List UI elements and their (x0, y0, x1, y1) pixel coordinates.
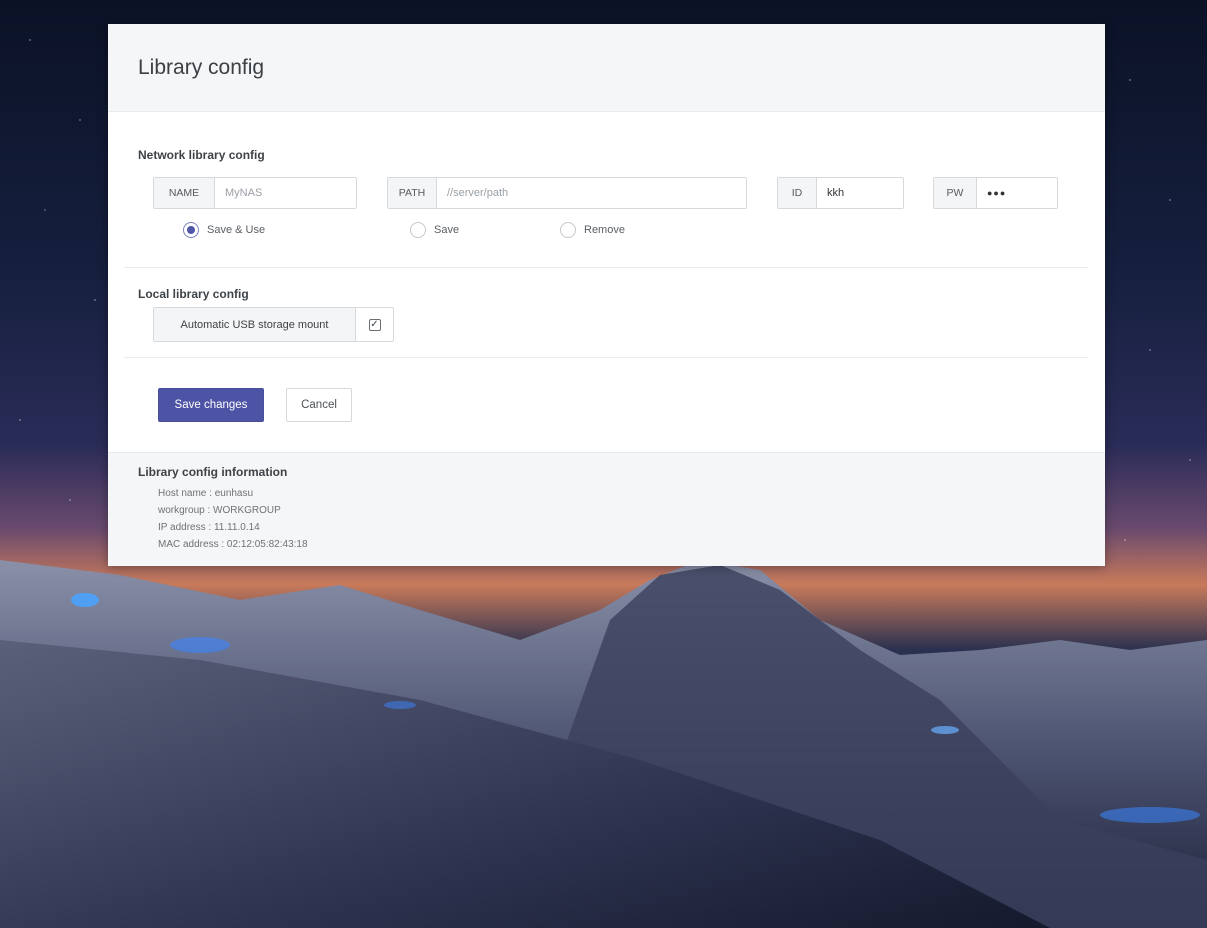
section-divider (124, 357, 1088, 358)
radio-label: Save & Use (207, 224, 266, 236)
info-host-name: Host name : eunhasu (158, 488, 254, 499)
radio-unselected-icon (410, 222, 426, 238)
id-input-group: ID kkh (777, 177, 904, 209)
info-ip-address: IP address : 11.11.0.14 (158, 522, 260, 533)
radio-unselected-icon (560, 222, 576, 238)
radio-save[interactable]: Save (410, 222, 459, 238)
info-title: Library config information (138, 465, 288, 479)
radio-remove[interactable]: Remove (560, 222, 625, 238)
usb-mount-checkbox[interactable]: ✓ (356, 308, 393, 341)
path-input-group: PATH //server/path (387, 177, 747, 209)
usb-mount-group: Automatic USB storage mount ✓ (153, 307, 394, 342)
info-mac-address: MAC address : 02:12:05:82:43:18 (158, 539, 308, 550)
info-workgroup: workgroup : WORKGROUP (158, 505, 281, 516)
panel-header: Library config (108, 24, 1105, 112)
usb-mount-label: Automatic USB storage mount (154, 308, 356, 341)
id-addon-label: ID (778, 178, 817, 208)
network-section-label: Network library config (138, 148, 265, 162)
name-input-group: NAME MyNAS (153, 177, 357, 209)
radio-selected-icon (183, 222, 199, 238)
save-changes-button[interactable]: Save changes (158, 388, 264, 422)
path-input[interactable]: //server/path (437, 178, 746, 208)
password-input[interactable]: ●●● (977, 178, 1057, 208)
checkbox-checked-icon: ✓ (368, 318, 381, 331)
name-input[interactable]: MyNAS (215, 178, 356, 208)
local-section-label: Local library config (138, 287, 249, 301)
radio-label: Remove (584, 224, 625, 236)
radio-label: Save (434, 224, 460, 236)
name-addon-label: NAME (154, 178, 215, 208)
config-info-box: Library config information Host name : e… (108, 452, 1105, 566)
path-addon-label: PATH (388, 178, 437, 208)
pw-input-group: PW ●●● (933, 177, 1058, 209)
library-config-panel: Library config Network library config NA… (108, 24, 1105, 566)
radio-save-and-use[interactable]: Save & Use (183, 222, 265, 238)
cancel-button[interactable]: Cancel (286, 388, 352, 422)
id-input[interactable]: kkh (817, 178, 903, 208)
pw-addon-label: PW (934, 178, 977, 208)
page-title: Library config (138, 56, 265, 79)
section-divider (124, 267, 1088, 268)
